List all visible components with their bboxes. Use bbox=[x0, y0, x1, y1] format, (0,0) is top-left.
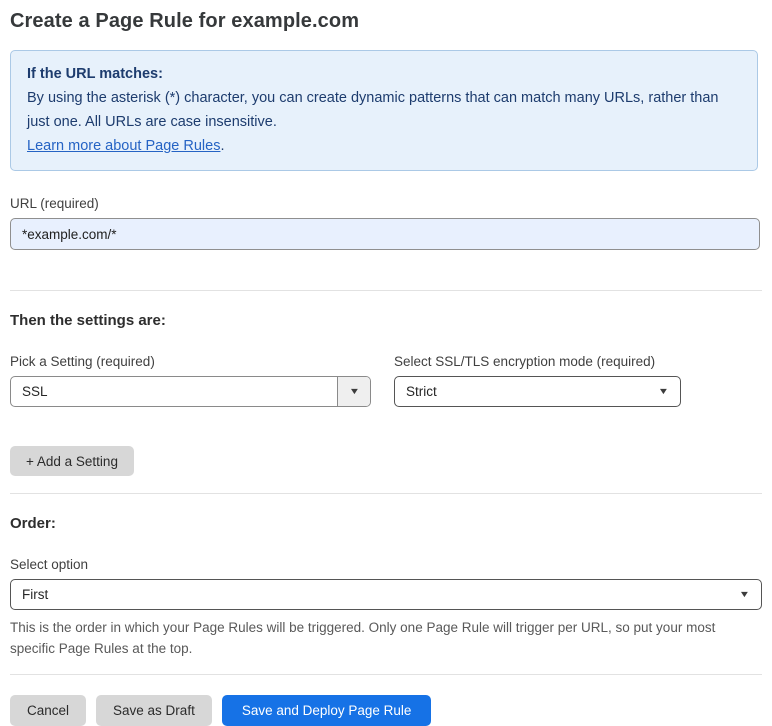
page-rule-form: Create a Page Rule for example.com If th… bbox=[0, 0, 772, 726]
info-box-heading: If the URL matches: bbox=[27, 66, 163, 82]
mode-select-group: Select SSL/TLS encryption mode (required… bbox=[394, 329, 681, 407]
setting-select-caret-box[interactable]: ▼ bbox=[337, 377, 370, 406]
section-divider bbox=[10, 493, 762, 494]
setting-select-label: Pick a Setting (required) bbox=[10, 354, 155, 369]
info-box-body: By using the asterisk (*) character, you… bbox=[27, 90, 719, 130]
setting-select-value: SSL bbox=[22, 384, 48, 399]
section-divider bbox=[10, 290, 762, 291]
settings-row: Pick a Setting (required) SSL ▼ Select S… bbox=[10, 329, 762, 407]
info-box-link-line: Learn more about Page Rules. bbox=[27, 134, 741, 158]
order-select-value: First bbox=[22, 587, 49, 602]
url-input[interactable] bbox=[10, 218, 760, 250]
link-period: . bbox=[220, 138, 225, 154]
setting-select[interactable]: SSL ▼ bbox=[10, 376, 371, 407]
footer-divider bbox=[10, 674, 762, 675]
order-help-text: This is the order in which your Page Rul… bbox=[10, 620, 716, 656]
chevron-down-icon: ▼ bbox=[348, 386, 360, 396]
settings-section-heading: Then the settings are: bbox=[10, 312, 166, 329]
ssl-mode-select-value: Strict bbox=[406, 384, 437, 399]
order-select-label: Select option bbox=[10, 557, 89, 572]
url-match-info-box: If the URL matches: By using the asteris… bbox=[10, 50, 758, 171]
order-select[interactable]: First ▼ bbox=[10, 579, 762, 610]
chevron-down-icon: ▼ bbox=[657, 386, 670, 396]
add-setting-button[interactable]: + Add a Setting bbox=[10, 446, 134, 476]
url-field-label: URL (required) bbox=[10, 196, 99, 211]
learn-more-link[interactable]: Learn more about Page Rules bbox=[27, 138, 220, 154]
order-section-heading: Order: bbox=[10, 515, 56, 532]
chevron-down-icon: ▼ bbox=[738, 589, 751, 599]
setting-select-group: Pick a Setting (required) SSL ▼ bbox=[10, 329, 371, 407]
ssl-mode-select[interactable]: Strict ▼ bbox=[394, 376, 681, 407]
mode-select-label: Select SSL/TLS encryption mode (required… bbox=[394, 354, 656, 369]
page-title: Create a Page Rule for example.com bbox=[10, 10, 360, 32]
